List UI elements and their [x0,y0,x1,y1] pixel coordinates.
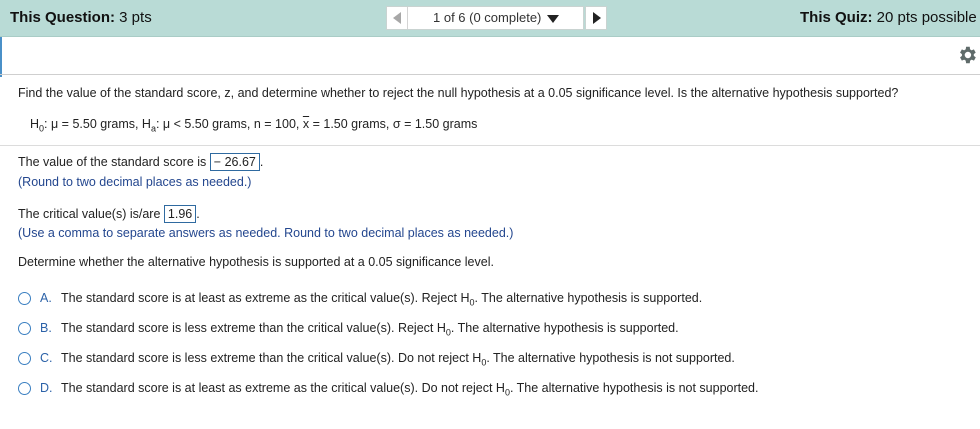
top-bar: This Question: 3 pts 1 of 6 (0 complete)… [0,0,980,37]
gear-icon[interactable] [956,44,978,66]
population-sd: σ = 1.50 grams [392,117,478,131]
given-values: H0: μ = 5.50 grams, Ha: μ < 5.50 grams, … [30,117,478,134]
option-c-text-start: The standard score is less extreme than … [61,351,482,365]
option-b-text[interactable]: The standard score is less extreme than … [61,321,679,338]
option-c-text[interactable]: The standard score is less extreme than … [61,351,735,368]
quiz-points-label: This Quiz: [800,9,873,26]
sample-mean-symbol: x [302,117,310,131]
option-c-radio[interactable] [18,352,31,365]
header-divider [0,74,980,75]
critical-value-label: The critical value(s) is/are [18,207,161,221]
chevron-down-icon[interactable] [547,15,559,23]
standard-score-label: The value of the standard score is [18,155,207,169]
sample-size: n = 100, [253,117,300,131]
option-d-text-end: . The alternative hypothesis is not supp… [509,381,759,395]
question-points: This Question: 3 pts [10,9,152,26]
option-d-text-start: The standard score is at least as extrem… [61,381,505,395]
option-a-letter: A. [40,291,52,305]
option-b-text-end: . The alternative hypothesis is supporte… [450,321,679,335]
question-prompt: Find the value of the standard score, z,… [18,86,899,100]
next-question-icon[interactable] [593,12,601,24]
standard-score-line: The value of the standard score is − 26.… [18,153,264,171]
previous-question-icon[interactable] [393,12,401,24]
option-b-radio[interactable] [18,322,31,335]
option-d-text[interactable]: The standard score is at least as extrem… [61,381,758,398]
option-a-text[interactable]: The standard score is at least as extrem… [61,291,702,308]
question-points-value: 3 pts [119,9,152,26]
option-c-letter: C. [40,351,53,365]
section-divider [0,145,980,146]
critical-value-answer[interactable]: 1.96 [163,205,197,223]
quiz-points: This Quiz: 20 pts possible [800,9,977,26]
option-c-text-end: . The alternative hypothesis is not supp… [486,351,735,365]
option-a-text-end: . The alternative hypothesis is supporte… [474,291,703,305]
question-points-label: This Question: [10,9,115,26]
question-progress-text[interactable]: 1 of 6 (0 complete) [433,10,541,25]
critical-value-line: The critical value(s) is/are 1.96. [18,205,200,223]
critical-value-hint: (Use a comma to separate answers as need… [18,226,514,240]
option-b-letter: B. [40,321,52,335]
option-d-letter: D. [40,381,53,395]
quiz-points-value: 20 pts possible [876,9,977,26]
option-d-radio[interactable] [18,382,31,395]
hypothesis-instruction: Determine whether the alternative hypoth… [18,255,494,269]
nav-divider [407,7,408,29]
left-accent-bar [0,37,2,77]
standard-score-hint: (Round to two decimal places as needed.) [18,175,252,189]
next-question-button[interactable] [585,6,607,30]
question-navigator[interactable]: 1 of 6 (0 complete) [386,6,584,30]
alternative-hypothesis: μ < 5.50 grams, [162,117,251,131]
null-hypothesis: μ = 5.50 grams, [51,117,139,131]
sample-mean: = 1.50 grams, [312,117,390,131]
option-a-radio[interactable] [18,292,31,305]
standard-score-answer[interactable]: − 26.67 [209,153,260,171]
option-a-text-start: The standard score is at least as extrem… [61,291,470,305]
option-b-text-start: The standard score is less extreme than … [61,321,446,335]
